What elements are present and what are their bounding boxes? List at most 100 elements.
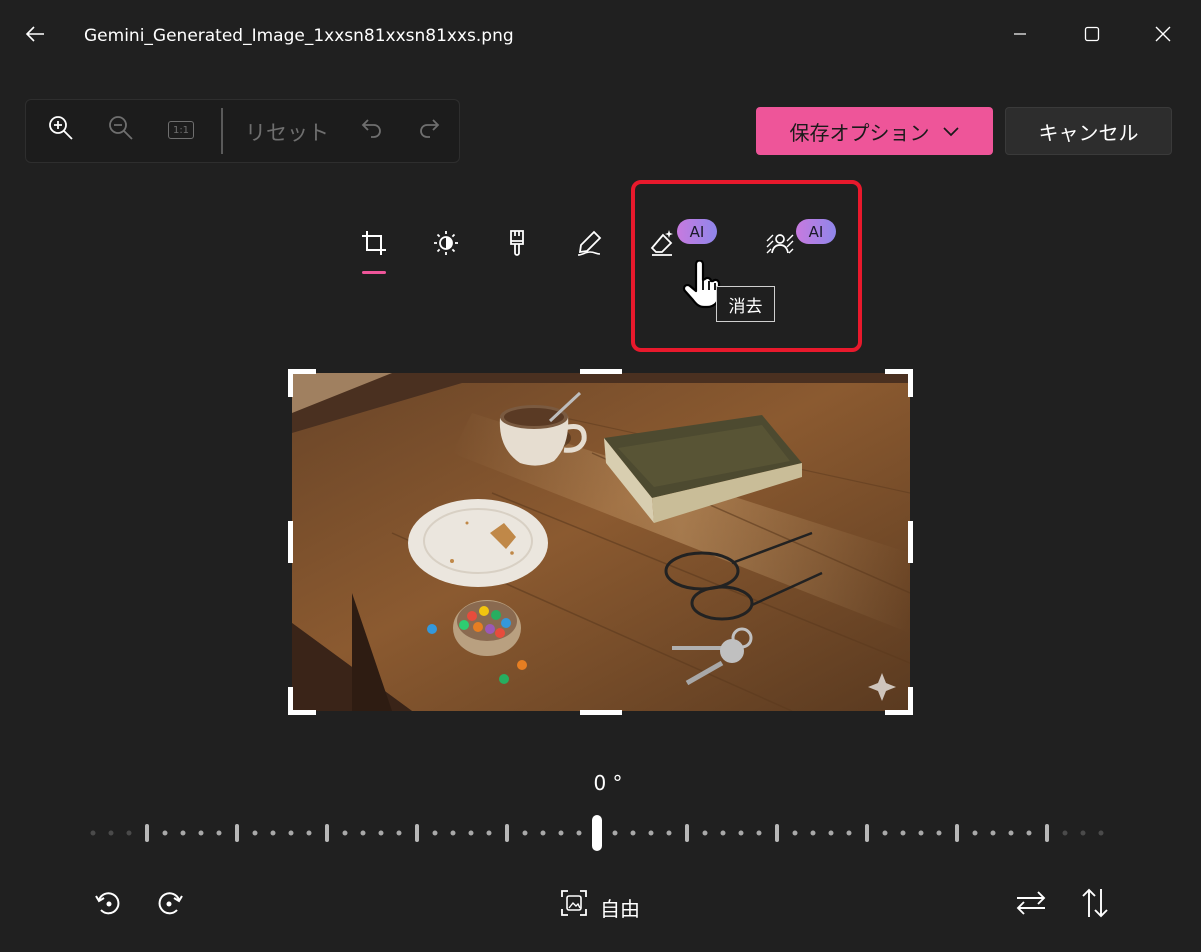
slider-minor-tick	[576, 830, 582, 836]
slider-minor-tick	[288, 830, 294, 836]
slider-minor-tick	[180, 830, 186, 836]
slider-minor-tick	[216, 830, 222, 836]
maximize-button[interactable]	[1072, 16, 1112, 56]
crop-handle-top[interactable]	[580, 369, 622, 374]
slider-major-tick	[1045, 824, 1049, 842]
actual-size-button[interactable]: 1:1	[159, 108, 203, 152]
chevron-down-icon	[942, 119, 960, 143]
slider-minor-tick	[882, 830, 888, 836]
zoom-toolbar	[25, 99, 460, 163]
rotate-right-button[interactable]	[147, 882, 193, 928]
slider-minor-tick	[1062, 830, 1068, 836]
close-icon	[1154, 25, 1172, 47]
slider-minor-tick	[432, 830, 438, 836]
save-options-label: 保存オプション	[789, 120, 930, 145]
tool-markup[interactable]	[566, 222, 612, 268]
slider-minor-tick	[1008, 830, 1014, 836]
reset-button[interactable]: リセット	[245, 117, 329, 147]
cancel-button[interactable]: キャンセル	[1005, 107, 1172, 155]
slider-minor-tick	[540, 830, 546, 836]
close-button[interactable]	[1143, 16, 1183, 56]
slider-minor-tick	[108, 830, 114, 836]
slider-minor-tick	[666, 830, 672, 836]
save-options-button[interactable]: 保存オプション	[756, 107, 993, 155]
crop-handle-top-right[interactable]	[885, 369, 913, 397]
slider-minor-tick	[306, 830, 312, 836]
flip-vertical-button[interactable]	[1072, 882, 1118, 928]
crop-handle-top-left[interactable]	[288, 369, 316, 397]
slider-minor-tick	[270, 830, 276, 836]
zoom-out-button[interactable]	[99, 108, 143, 152]
slider-minor-tick	[648, 830, 654, 836]
pen-icon	[575, 229, 603, 261]
back-button[interactable]	[15, 16, 55, 56]
slider-major-tick	[865, 824, 869, 842]
aspect-ratio-label[interactable]: 自由	[600, 893, 640, 922]
slider-major-tick	[325, 824, 329, 842]
slider-minor-tick	[450, 830, 456, 836]
slider-minor-tick	[936, 830, 942, 836]
active-tool-indicator	[362, 271, 386, 274]
zoom-in-button[interactable]	[39, 108, 83, 152]
rotate-right-icon	[155, 888, 185, 922]
slider-major-tick	[685, 824, 689, 842]
slider-minor-tick	[162, 830, 168, 836]
slider-minor-tick	[342, 830, 348, 836]
maximize-icon	[1084, 26, 1100, 46]
flip-horizontal-button[interactable]	[1008, 882, 1054, 928]
slider-minor-tick	[756, 830, 762, 836]
flip-vertical-icon	[1081, 887, 1109, 923]
slider-minor-tick	[522, 830, 528, 836]
slider-major-tick	[505, 824, 509, 842]
tool-filter[interactable]	[494, 222, 540, 268]
slider-thumb[interactable]	[592, 815, 602, 851]
toolbar-separator	[221, 108, 223, 154]
back-arrow-icon	[24, 23, 46, 49]
slider-major-tick	[415, 824, 419, 842]
crop-handle-right[interactable]	[908, 521, 913, 563]
slider-minor-tick	[1026, 830, 1032, 836]
highlight-box	[631, 180, 862, 352]
minimize-button[interactable]	[1000, 16, 1040, 56]
crop-handle-bottom-right[interactable]	[885, 687, 913, 715]
zoom-in-icon	[47, 114, 75, 146]
rotation-ticks	[90, 815, 1104, 851]
tool-adjust[interactable]	[423, 222, 469, 268]
slider-minor-tick	[126, 830, 132, 836]
slider-major-tick	[145, 824, 149, 842]
actual-size-icon: 1:1	[168, 121, 194, 139]
rotation-slider[interactable]	[88, 812, 1114, 854]
slider-minor-tick	[1080, 830, 1086, 836]
redo-button[interactable]	[407, 108, 451, 152]
slider-minor-tick	[378, 830, 384, 836]
slider-major-tick	[955, 824, 959, 842]
slider-minor-tick	[738, 830, 744, 836]
crop-handle-left[interactable]	[288, 521, 293, 563]
flip-horizontal-icon	[1015, 890, 1047, 920]
rotate-left-button[interactable]	[85, 882, 131, 928]
undo-icon	[360, 116, 384, 144]
slider-minor-tick	[360, 830, 366, 836]
slider-minor-tick	[900, 830, 906, 836]
aspect-ratio-button[interactable]	[551, 882, 597, 928]
minimize-icon	[1012, 26, 1028, 46]
slider-minor-tick	[918, 830, 924, 836]
slider-minor-tick	[792, 830, 798, 836]
crop-handle-bottom-left[interactable]	[288, 687, 316, 715]
slider-minor-tick	[558, 830, 564, 836]
slider-minor-tick	[198, 830, 204, 836]
slider-minor-tick	[990, 830, 996, 836]
photo-canvas[interactable]	[292, 373, 910, 711]
undo-button[interactable]	[350, 108, 394, 152]
slider-minor-tick	[630, 830, 636, 836]
window-title: Gemini_Generated_Image_1xxsn81xxsn81xxs.…	[84, 26, 514, 46]
aspect-ratio-icon	[560, 889, 588, 921]
slider-minor-tick	[720, 830, 726, 836]
tool-crop[interactable]	[351, 222, 397, 268]
slider-minor-tick	[810, 830, 816, 836]
slider-minor-tick	[1098, 830, 1104, 836]
zoom-out-icon	[107, 114, 135, 146]
crop-handle-bottom[interactable]	[580, 710, 622, 715]
slider-major-tick	[235, 824, 239, 842]
brush-icon	[505, 229, 529, 261]
